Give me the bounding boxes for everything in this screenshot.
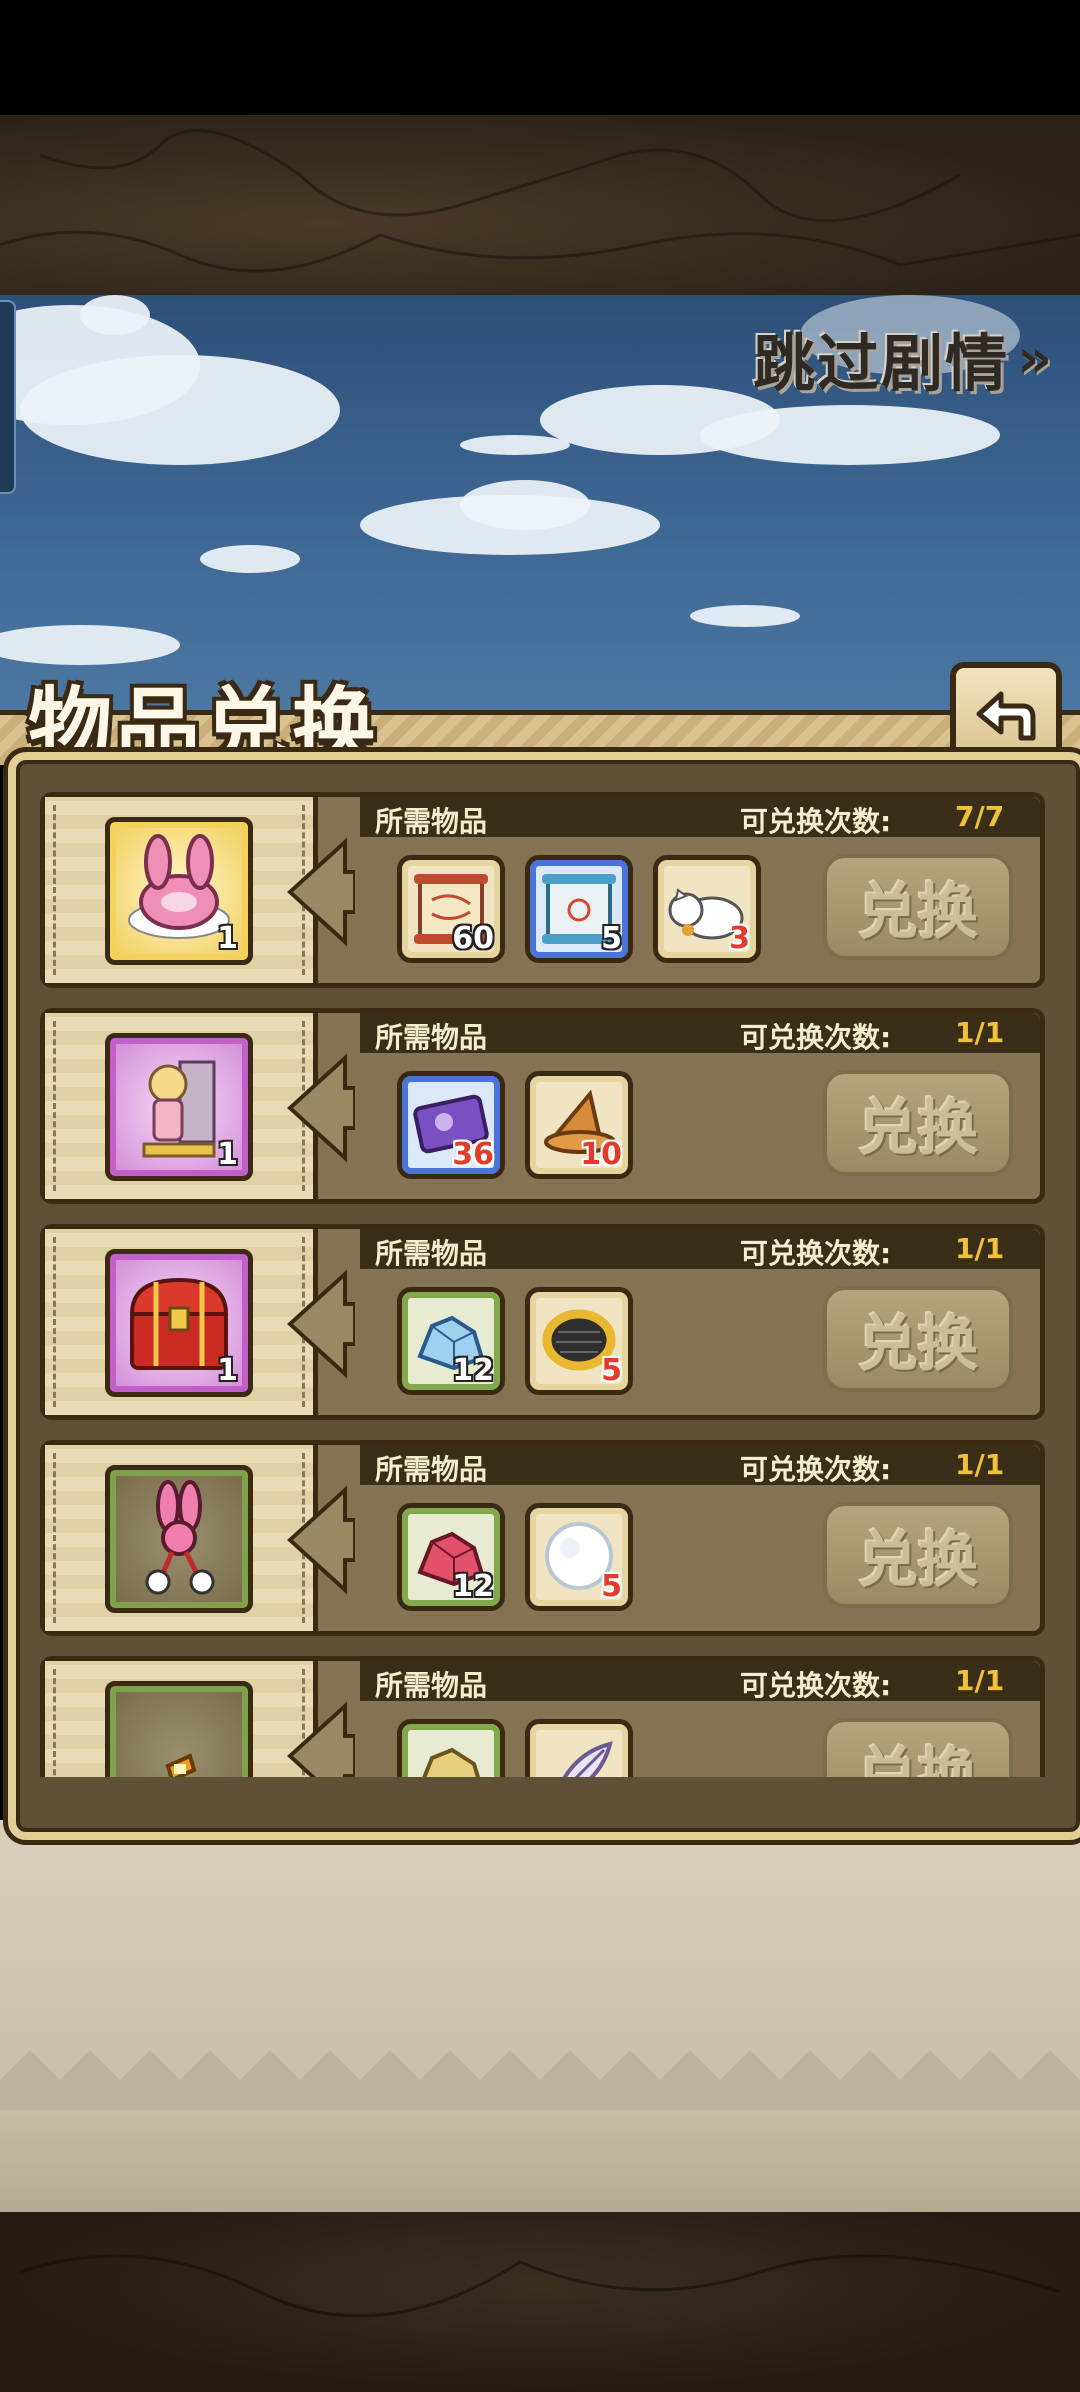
required-items-label: 所需物品: [375, 805, 488, 838]
reward-cell: 1: [45, 1013, 318, 1199]
required-items-label: 所需物品: [375, 1669, 488, 1702]
cost-quantity: 5: [601, 1353, 622, 1388]
cost-quantity: 3: [729, 921, 750, 956]
exchange-count-label: 可兑换次数:: [740, 1669, 892, 1702]
feather-icon: [562, 1741, 613, 1777]
cost-item[interactable]: 12: [397, 1503, 505, 1611]
cost-quantity: 36: [452, 1137, 494, 1172]
cost-item[interactable]: 10: [525, 1071, 633, 1179]
cost-quantity: 12: [452, 1569, 494, 1604]
exchange-count-label: 可兑换次数:: [740, 805, 892, 838]
reward-item[interactable]: 1: [105, 817, 253, 965]
exchange-row: 1 所需物品 可兑换次数: 1/1 36 10 兑换: [40, 1008, 1050, 1208]
lower-background: [0, 1820, 1080, 2212]
exchange-button[interactable]: 兑换: [823, 1286, 1013, 1392]
cost-item[interactable]: 36: [397, 1071, 505, 1179]
cost-quantity: 10: [580, 1137, 622, 1172]
exchange-list[interactable]: 1 所需物品 可兑换次数: 7/7 60 5 3 兑换 1 所需物品 可兑换次数…: [40, 792, 1050, 1777]
reward-quantity: 1: [217, 1353, 238, 1388]
return-arrow-icon: [976, 691, 1036, 741]
exchange-button[interactable]: 兑换: [823, 1502, 1013, 1608]
bunny-pompom-ornament-icon: [145, 1480, 215, 1595]
reward-quantity: 1: [217, 921, 238, 956]
cost-item[interactable]: 3: [653, 855, 761, 963]
torn-edge-decoration: [0, 2050, 1080, 2110]
cost-quantity: 12: [452, 1353, 494, 1388]
cost-item[interactable]: 5: [525, 1287, 633, 1395]
reward-item[interactable]: 1: [105, 1249, 253, 1397]
exchange-row: 所需物品 可兑换次数: 1/1 兑换: [40, 1656, 1050, 1777]
exchange-button[interactable]: 兑换: [823, 1070, 1013, 1176]
exchange-count-value: 1/1: [955, 1664, 1005, 1697]
cost-item[interactable]: [397, 1719, 505, 1777]
exchange-button[interactable]: 兑换: [823, 854, 1013, 960]
reward-quantity: 1: [217, 1137, 238, 1172]
cost-quantity: 5: [601, 921, 622, 956]
reward-item[interactable]: 1: [105, 1033, 253, 1181]
skip-story-label: 跳过剧情: [753, 327, 1010, 400]
cost-quantity: 60: [452, 921, 494, 956]
exchange-count-value: 1/1: [955, 1448, 1005, 1481]
cost-quantity: 5: [601, 1569, 622, 1604]
cost-item[interactable]: 5: [525, 855, 633, 963]
required-items-label: 所需物品: [375, 1237, 488, 1270]
cost-item[interactable]: 60: [397, 855, 505, 963]
map-background-bottom: [0, 2212, 1080, 2392]
exchange-row: 1 所需物品 可兑换次数: 1/1 12 5 兑换: [40, 1224, 1050, 1424]
exchange-row: 1 所需物品 可兑换次数: 7/7 60 5 3 兑换: [40, 792, 1050, 992]
exchange-count-value: 1/1: [955, 1016, 1005, 1049]
skip-story-button[interactable]: 跳过剧情 »: [753, 318, 1052, 401]
reward-cell: [45, 1661, 318, 1777]
cost-item[interactable]: 12: [397, 1287, 505, 1395]
exchange-count-value: 7/7: [955, 800, 1005, 833]
reward-item[interactable]: [105, 1465, 253, 1613]
map-background-top: [0, 115, 1080, 299]
reward-cell: 1: [45, 1229, 318, 1415]
double-chevron-right-icon: »: [1017, 326, 1052, 390]
exchange-count-label: 可兑换次数:: [740, 1021, 892, 1054]
exchange-button[interactable]: 兑换: [823, 1718, 1013, 1777]
cost-item[interactable]: 5: [525, 1503, 633, 1611]
reward-cell: [45, 1445, 318, 1631]
arrow-left-icon: [287, 1053, 355, 1163]
exchange-count-value: 1/1: [955, 1232, 1005, 1265]
arrow-left-icon: [287, 1485, 355, 1595]
exchange-count-label: 可兑换次数:: [740, 1237, 892, 1270]
cost-item[interactable]: [525, 1719, 633, 1777]
gold-ore-icon: [422, 1747, 481, 1777]
exchange-count-label: 可兑换次数:: [740, 1453, 892, 1486]
reward-item[interactable]: [105, 1681, 253, 1777]
exchange-row: 所需物品 可兑换次数: 1/1 12 5 兑换: [40, 1440, 1050, 1640]
required-items-label: 所需物品: [375, 1021, 488, 1054]
arrow-left-icon: [287, 1269, 355, 1379]
required-items-label: 所需物品: [375, 1453, 488, 1486]
side-pull-tab[interactable]: [0, 300, 16, 494]
arrow-left-icon: [287, 837, 355, 947]
orange-ribbon-icon: [165, 1753, 197, 1777]
status-bar-area: [0, 0, 1080, 115]
arrow-left-icon: [287, 1701, 355, 1777]
reward-cell: 1: [45, 797, 318, 983]
